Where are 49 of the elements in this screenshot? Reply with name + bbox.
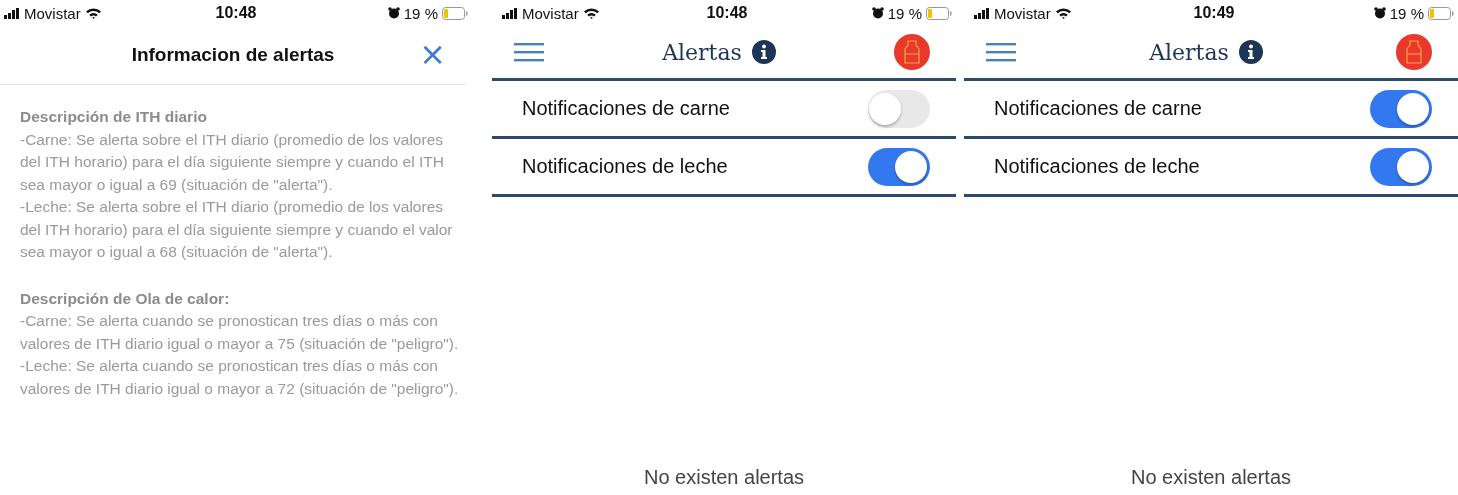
wifi-icon (1054, 7, 1072, 19)
battery-icon (1428, 6, 1454, 20)
description-text: -Carne: Se alerta cuando se pronostican tres días o más con valores de ITH diario igual o mayor a 75 (situación de "peligro"). (20, 311, 460, 354)
screen-title: Informacion de alertas (131, 44, 335, 66)
setting-label: Notificaciones de leche (994, 155, 1200, 178)
status-time: 10:48 (706, 4, 748, 22)
carrier-name: Movistar (24, 4, 81, 22)
menu-icon (514, 42, 544, 62)
menu-icon (986, 42, 1016, 62)
alarm-icon (387, 7, 400, 19)
setting-label: Notificaciones de carne (522, 97, 730, 120)
battery-icon (926, 6, 952, 20)
signal-icon (974, 7, 990, 19)
empty-message: No existen alertas (643, 466, 805, 489)
status-time: 10:49 (1193, 4, 1235, 22)
menu-button[interactable] (514, 42, 544, 62)
toggle-switch[interactable] (1370, 147, 1432, 186)
battery-percent: 19 % (887, 4, 922, 22)
bottle-avatar-icon[interactable] (894, 34, 930, 70)
info-icon[interactable] (751, 40, 776, 64)
setting-label: Notificaciones de carne (994, 97, 1202, 120)
carrier-name: Movistar (522, 4, 579, 22)
battery-icon (442, 6, 468, 20)
description-text: -Leche: Se alerta sobre el ITH diario (promedio de los valores del ITH horario) para el día siguiente siempre y cuando el valor sea mayor o igual a 68 (situación de "alerta"). (20, 197, 454, 262)
section-heading: Descripción de Ola de calor: (20, 288, 231, 309)
empty-message: No existen alertas (1130, 466, 1292, 489)
toggle-switch[interactable] (868, 147, 930, 186)
setting-label: Notificaciones de leche (522, 155, 728, 178)
screen-title: Alertas (1149, 39, 1229, 65)
wifi-icon (582, 7, 600, 19)
menu-button[interactable] (986, 42, 1016, 62)
wifi-icon (84, 7, 102, 19)
description-text: -Leche: Se alerta cuando se pronostican tres días o más con valores de ITH diario igual o mayor a 72 (situación de "peligro"). (20, 356, 460, 399)
signal-icon (502, 7, 518, 19)
section-heading: Descripción de ITH diario (20, 107, 208, 127)
toggle-switch[interactable] (1370, 89, 1432, 128)
toggle-switch[interactable] (868, 89, 930, 128)
bottle-avatar-icon[interactable] (1396, 34, 1432, 70)
screen-title: Alertas (662, 39, 742, 65)
alarm-icon (1373, 7, 1386, 19)
battery-percent: 19 % (1389, 4, 1424, 22)
description-text: -Carne: Se alerta sobre el ITH diario (promedio de los valores del ITH horario) para el día siguiente siempre y cuando el ITH sea mayor o igual a 69 (situación de "alerta"). (20, 129, 445, 195)
close-button[interactable]: × (419, 40, 446, 68)
battery-percent: 19 % (403, 4, 438, 22)
alarm-icon (871, 7, 884, 19)
status-time: 10:48 (215, 4, 257, 22)
signal-icon (4, 7, 20, 19)
carrier-name: Movistar (994, 4, 1051, 22)
info-icon[interactable] (1238, 40, 1263, 64)
